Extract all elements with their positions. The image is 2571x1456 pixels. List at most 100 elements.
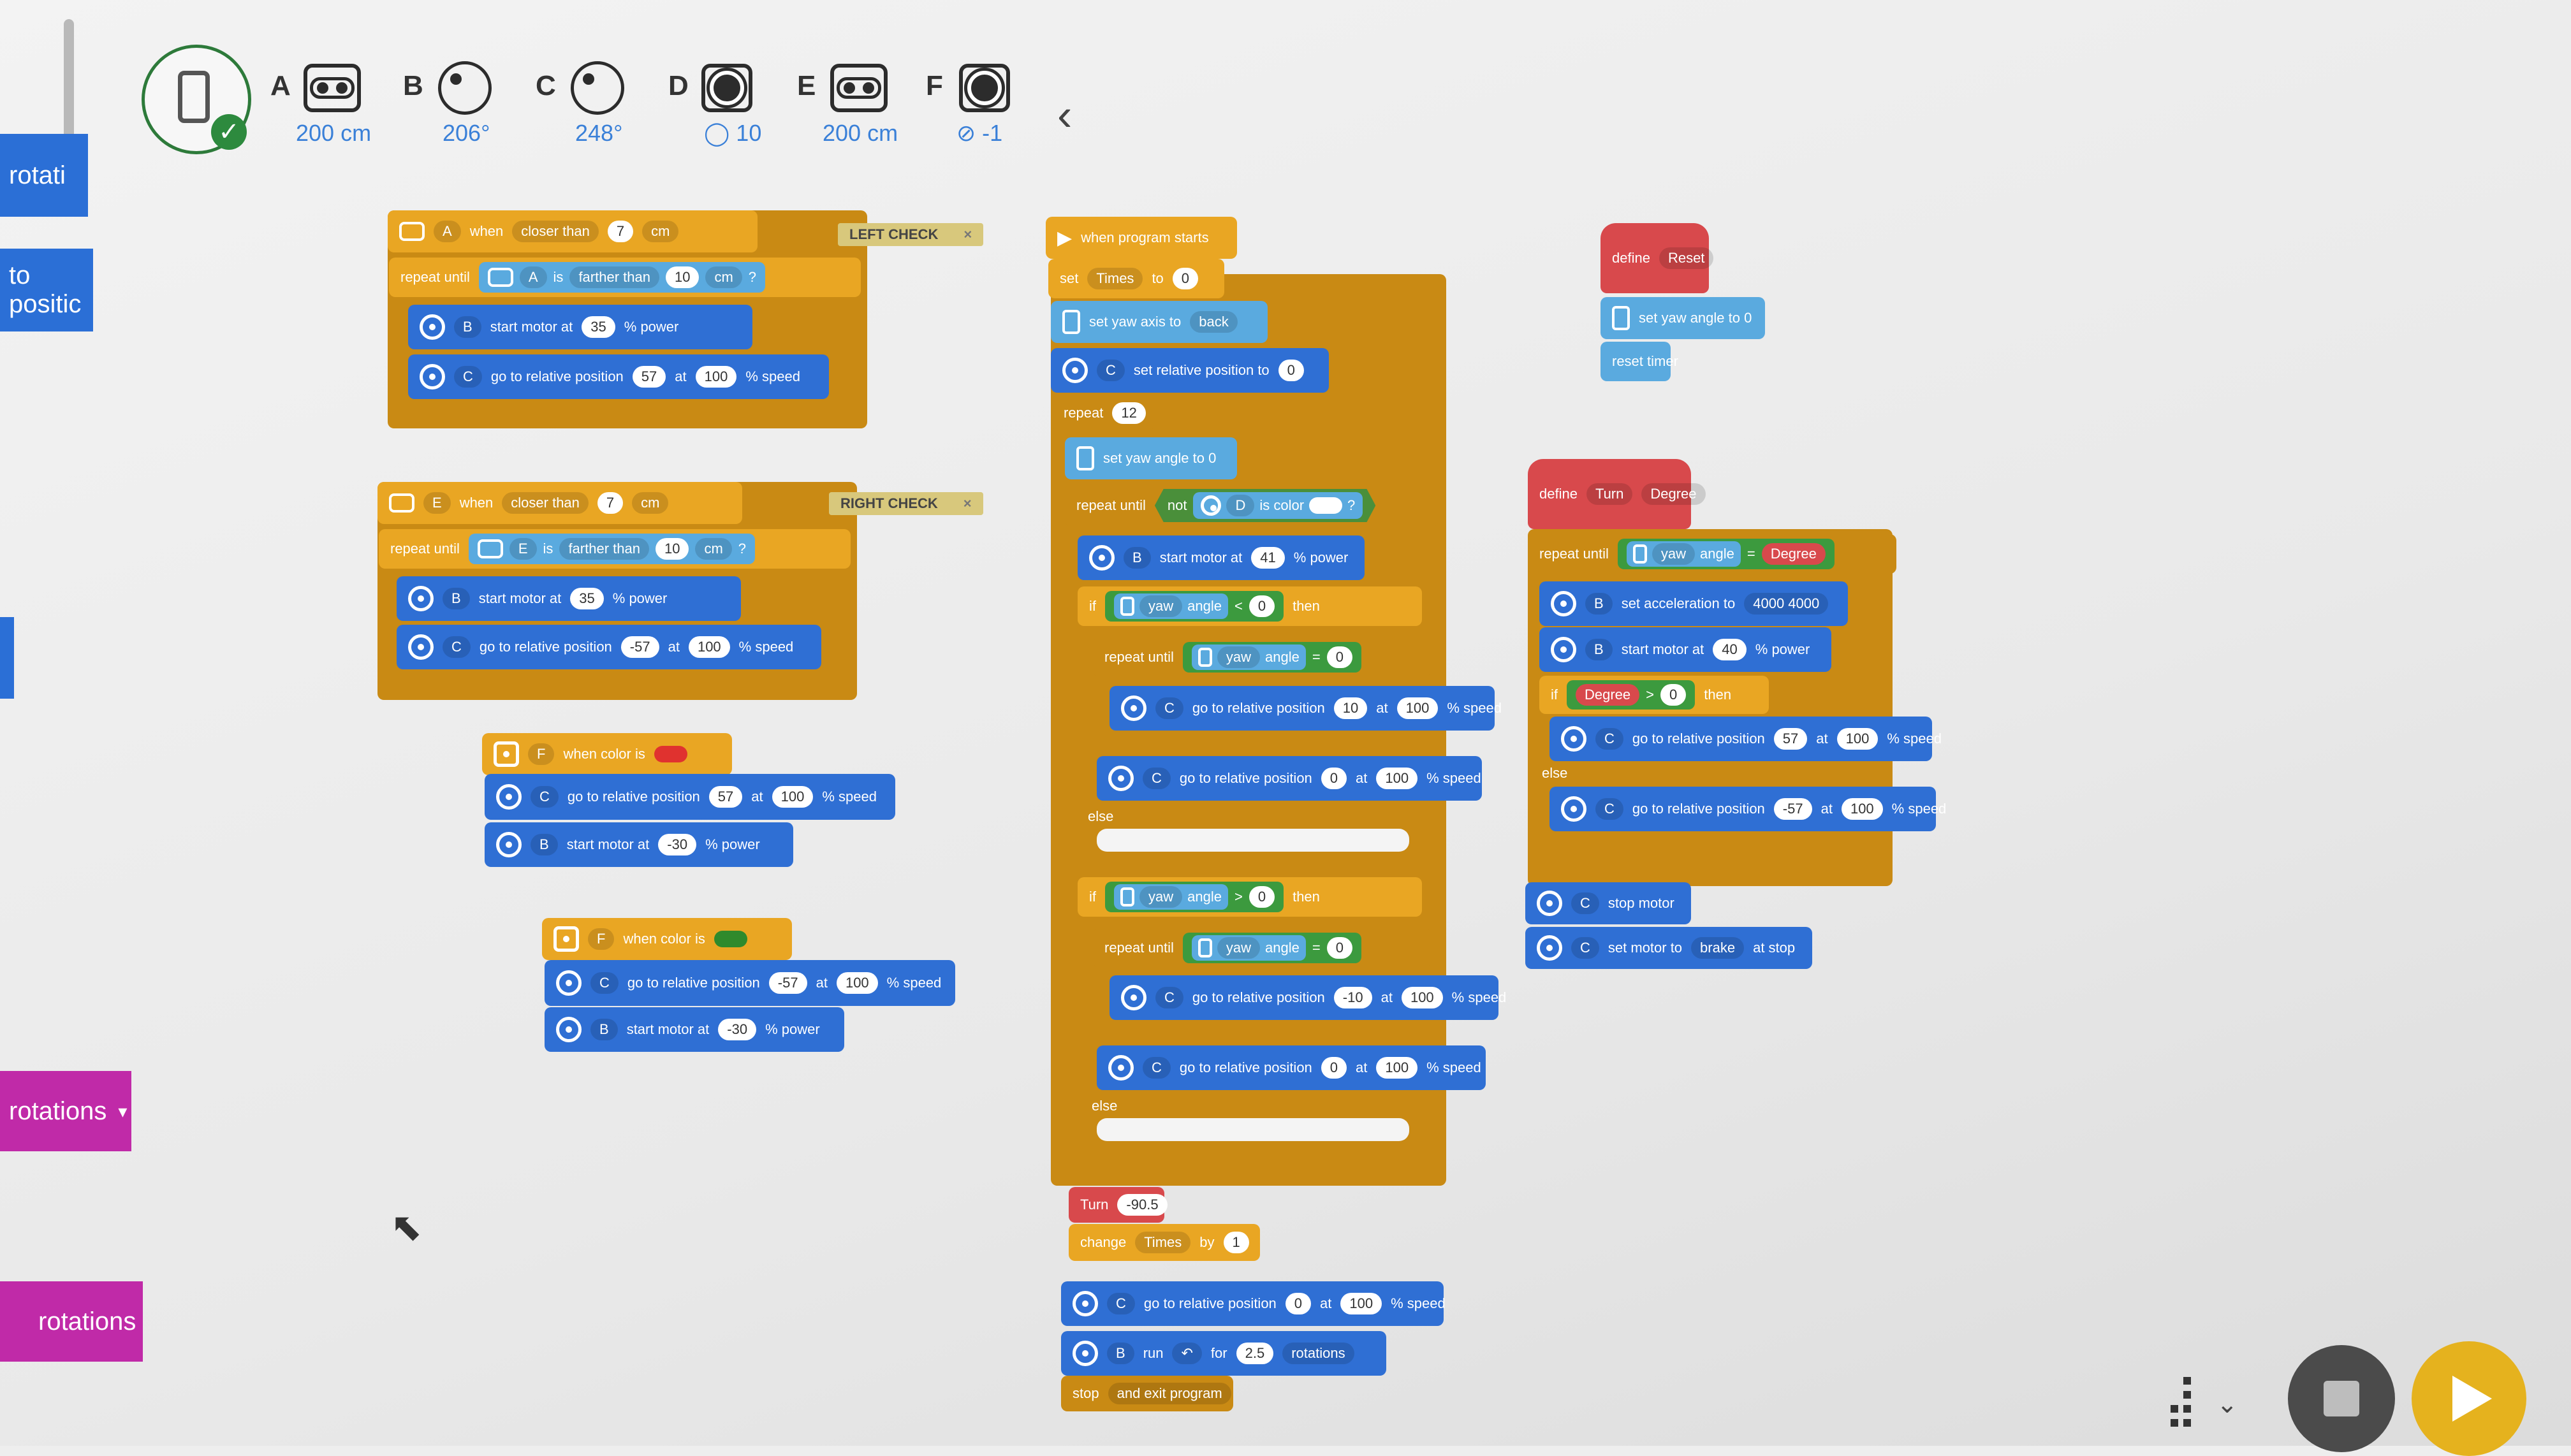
port-dropdown[interactable]: B: [1107, 1343, 1134, 1364]
set-yaw-angle-block[interactable]: set yaw angle to 0: [1065, 437, 1237, 479]
repeat-block[interactable]: repeat 12: [1052, 395, 1154, 431]
compare-operator[interactable]: yaw angle = 0: [1182, 933, 1361, 963]
parameter[interactable]: Degree: [1641, 483, 1706, 505]
palette-block-rotations[interactable]: rotations: [0, 1281, 143, 1362]
port-dropdown[interactable]: C: [1595, 728, 1623, 750]
distance-condition[interactable]: E is farther than 10 cm ?: [468, 534, 756, 564]
port-dropdown[interactable]: B: [590, 1019, 618, 1040]
number-input[interactable]: -57: [620, 636, 659, 658]
color-picker-green[interactable]: [714, 931, 747, 947]
unit-dropdown[interactable]: cm: [695, 538, 732, 560]
go-to-position-block[interactable]: C go to relative position -57 at 100 % s…: [1549, 787, 1946, 831]
number-input[interactable]: 57: [1773, 728, 1808, 750]
comparison-dropdown[interactable]: closer than: [502, 492, 589, 514]
port-dropdown[interactable]: A: [519, 266, 547, 288]
degree-reporter[interactable]: Degree: [1761, 543, 1826, 565]
go-to-position-block[interactable]: C go to relative position 57 at 100 % sp…: [485, 774, 895, 820]
if-block[interactable]: if yaw angle < 0 then: [1078, 586, 1422, 626]
port-dropdown[interactable]: F: [528, 743, 555, 765]
number-input[interactable]: 0: [1321, 768, 1347, 789]
set-acceleration-block[interactable]: B set acceleration to 4000 4000: [1539, 581, 1848, 626]
axis-dropdown[interactable]: yaw: [1217, 937, 1260, 959]
unit-dropdown[interactable]: cm: [632, 492, 669, 514]
set-relative-position-block[interactable]: C set relative position to 0: [1051, 348, 1329, 393]
number-input[interactable]: 0: [1172, 268, 1199, 289]
number-input[interactable]: 100: [688, 636, 730, 658]
number-input[interactable]: 35: [570, 588, 604, 609]
variable-dropdown[interactable]: Times: [1135, 1232, 1191, 1253]
number-input[interactable]: 10: [1333, 697, 1368, 719]
port-dropdown[interactable]: E: [509, 538, 537, 560]
zoom-handle-icon[interactable]: [2168, 1377, 2206, 1434]
axis-dropdown[interactable]: yaw: [1139, 595, 1183, 617]
port-dropdown[interactable]: F: [588, 928, 615, 950]
go-to-position-block[interactable]: C go to relative position 10 at 100 % sp…: [1110, 686, 1502, 731]
number-input[interactable]: 100: [695, 366, 737, 388]
compare-operator[interactable]: yaw angle = Degree: [1617, 539, 1835, 569]
number-input[interactable]: 0: [1326, 937, 1352, 959]
yaw-angle-reporter[interactable]: yaw angle: [1114, 593, 1228, 619]
when-distance-hat-right[interactable]: E when closer than 7 cm: [377, 482, 742, 524]
function-name[interactable]: Turn: [1586, 483, 1633, 505]
stop-mode-dropdown[interactable]: brake: [1691, 937, 1745, 959]
port-dropdown[interactable]: B: [443, 588, 470, 609]
port-dropdown[interactable]: C: [1143, 1057, 1171, 1079]
port-dropdown[interactable]: C: [1595, 798, 1623, 820]
number-input[interactable]: -57: [1773, 798, 1812, 820]
port-dropdown[interactable]: C: [1155, 987, 1183, 1008]
number-input[interactable]: -10: [1333, 987, 1372, 1008]
port-dropdown[interactable]: B: [1585, 639, 1613, 660]
port-dropdown[interactable]: A: [434, 221, 461, 242]
unit-dropdown[interactable]: cm: [642, 221, 679, 242]
not-operator[interactable]: not D is color ?: [1154, 489, 1376, 522]
number-input[interactable]: -90.5: [1117, 1194, 1168, 1216]
stop-program-button[interactable]: [2288, 1345, 2395, 1452]
comparison-dropdown[interactable]: farther than: [569, 266, 659, 288]
go-to-position-block[interactable]: C go to relative position 0 at 100 % spe…: [1097, 756, 1482, 801]
is-color-condition[interactable]: D is color ?: [1193, 492, 1363, 519]
unit-dropdown[interactable]: cm: [705, 266, 742, 288]
variable-dropdown[interactable]: Times: [1087, 268, 1143, 289]
set-yaw-angle-block[interactable]: set yaw angle to 0: [1600, 297, 1765, 339]
yaw-angle-reporter[interactable]: yaw angle: [1626, 541, 1741, 567]
number-input[interactable]: 41: [1251, 547, 1285, 569]
stop-block[interactable]: stop and exit program: [1061, 1376, 1233, 1411]
close-icon[interactable]: ×: [963, 226, 972, 243]
number-input[interactable]: 100: [1401, 987, 1443, 1008]
acceleration-dropdown[interactable]: 4000 4000: [1744, 593, 1829, 615]
start-motor-block[interactable]: B start motor at 35 % power: [397, 576, 741, 621]
when-color-hat-red[interactable]: F when color is: [482, 733, 732, 775]
port-dropdown[interactable]: C: [1097, 360, 1125, 381]
number-input[interactable]: 57: [708, 786, 743, 808]
stop-dropdown[interactable]: and exit program: [1108, 1383, 1231, 1404]
define-reset-hat[interactable]: define Reset: [1600, 223, 1714, 293]
go-to-position-block[interactable]: C go to relative position 0 at 100 % spe…: [1061, 1281, 1446, 1326]
number-input[interactable]: 7: [607, 221, 634, 242]
when-color-hat-green[interactable]: F when color is: [542, 918, 792, 960]
port-dropdown[interactable]: B: [531, 834, 558, 855]
number-input[interactable]: 12: [1112, 402, 1146, 424]
collapse-ports-button[interactable]: ‹: [1057, 89, 1072, 140]
distance-condition[interactable]: A is farther than 10 cm ?: [478, 262, 766, 293]
unit-dropdown[interactable]: rotations: [1282, 1343, 1354, 1364]
set-yaw-axis-block[interactable]: set yaw axis to back: [1051, 301, 1268, 343]
number-input[interactable]: 100: [1841, 798, 1883, 820]
go-to-position-block[interactable]: C go to relative position 57 at 100 % sp…: [408, 354, 829, 399]
run-program-button[interactable]: [2412, 1341, 2526, 1456]
set-motor-stop-block[interactable]: C set motor to brake at stop: [1525, 927, 1812, 969]
start-motor-block[interactable]: B start motor at 35 % power: [408, 305, 752, 349]
stop-motor-block[interactable]: C stop motor: [1525, 882, 1691, 924]
axis-dropdown[interactable]: yaw: [1139, 886, 1183, 908]
number-input[interactable]: 100: [836, 972, 878, 994]
port-dropdown[interactable]: D: [1226, 495, 1255, 516]
number-input[interactable]: 0: [1321, 1057, 1347, 1079]
port-dropdown[interactable]: E: [423, 492, 451, 514]
number-input[interactable]: 0: [1249, 595, 1275, 617]
number-input[interactable]: -57: [768, 972, 807, 994]
comparison-dropdown[interactable]: farther than: [559, 538, 649, 560]
number-input[interactable]: -30: [658, 834, 697, 855]
comparison-dropdown[interactable]: closer than: [512, 221, 599, 242]
number-input[interactable]: 0: [1278, 360, 1304, 381]
port-dropdown[interactable]: B: [1124, 547, 1151, 569]
port-dropdown[interactable]: C: [1571, 937, 1599, 959]
